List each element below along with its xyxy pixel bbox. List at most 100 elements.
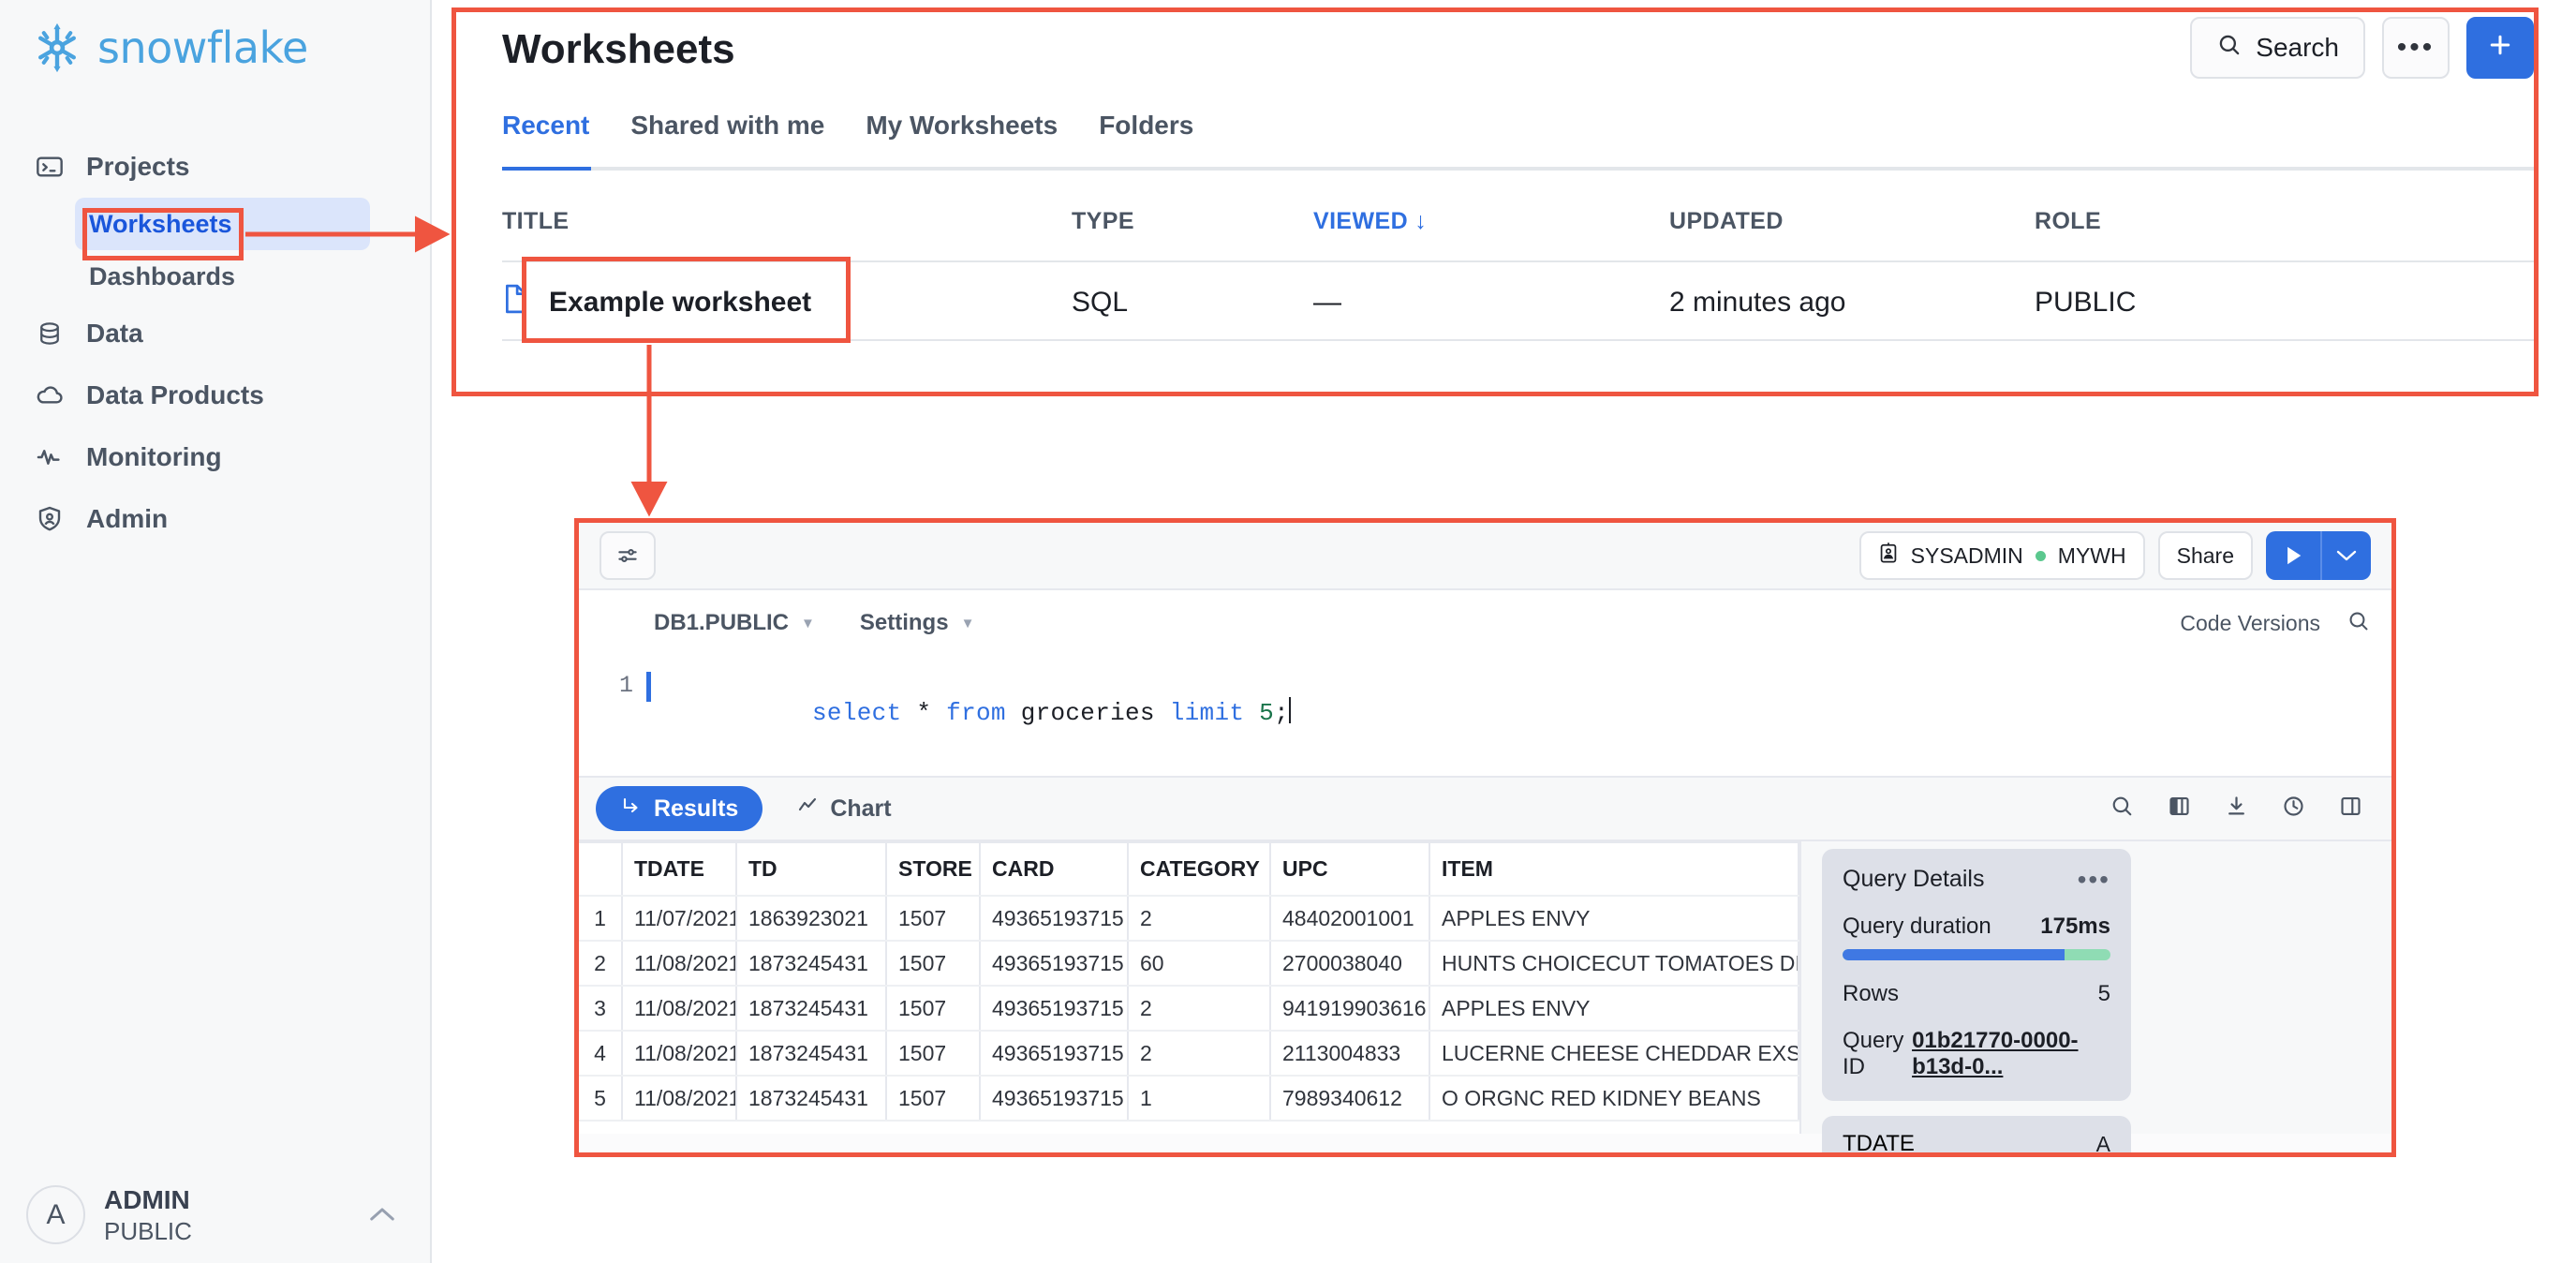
cell-store[interactable]: 1507: [886, 1031, 981, 1077]
cell-category[interactable]: 60: [1128, 941, 1271, 987]
table-row[interactable]: 3 11/08/2021 1873245431 1507 49365193715 2 941…: [579, 986, 1799, 1032]
user-account-row[interactable]: A ADMIN PUBLIC: [0, 1184, 432, 1246]
search-button[interactable]: Search: [2190, 17, 2365, 79]
grid-col-upc[interactable]: UPC: [1270, 843, 1430, 897]
cell-category[interactable]: 2: [1128, 896, 1271, 942]
cell-upc[interactable]: 2700038040: [1270, 941, 1430, 987]
cell-card[interactable]: 49365193715: [980, 1031, 1129, 1077]
role-warehouse-selector[interactable]: SYSADMIN MYWH: [1858, 531, 2145, 580]
query-id-row: Query ID 01b21770-0000-b13d-0...: [1843, 1028, 2110, 1080]
grid-body: 1 11/07/2021 1863923021 1507 49365193715 2 484…: [579, 896, 1799, 1122]
cell-store[interactable]: 1507: [886, 1076, 981, 1122]
brand-logo[interactable]: snowflake: [30, 21, 308, 75]
cell-item[interactable]: APPLES ENVY: [1429, 896, 1799, 942]
table-row[interactable]: 5 11/08/2021 1873245431 1507 49365193715 1 798…: [579, 1076, 1799, 1122]
grid-col-store[interactable]: STORE: [886, 843, 981, 897]
cell-tdate[interactable]: 11/08/2021: [622, 1076, 737, 1122]
table-row[interactable]: Example worksheet SQL — 2 minutes ago PU…: [502, 268, 2534, 337]
query-id-value[interactable]: 01b21770-0000-b13d-0...: [1912, 1028, 2110, 1080]
sidebar-item-monitoring[interactable]: Monitoring: [0, 426, 432, 488]
cell-category[interactable]: 2: [1128, 1031, 1271, 1077]
sidebar-item-worksheets[interactable]: Worksheets: [75, 198, 370, 250]
run-query-group[interactable]: [2266, 531, 2371, 580]
sidebar-item-data-products[interactable]: Data Products: [0, 364, 432, 426]
line-number: 1: [618, 672, 633, 699]
more-options-button[interactable]: •••: [2382, 17, 2450, 79]
cell-tdate[interactable]: 11/08/2021: [622, 986, 737, 1032]
sql-editor[interactable]: 1 select * from groceries limit 5;: [579, 656, 2391, 776]
cell-td[interactable]: 1873245431: [736, 1076, 887, 1122]
cell-td[interactable]: 1863923021: [736, 896, 887, 942]
cell-card[interactable]: 49365193715: [980, 896, 1129, 942]
cell-card[interactable]: 49365193715: [980, 986, 1129, 1032]
tab-my-worksheets[interactable]: My Worksheets: [866, 111, 1058, 157]
cell-td[interactable]: 1873245431: [736, 1031, 887, 1077]
cell-card[interactable]: 49365193715: [980, 1076, 1129, 1122]
database-selector[interactable]: DB1.PUBLIC ▼: [654, 610, 815, 636]
panel-toggle-icon[interactable]: [2338, 794, 2363, 824]
cell-item[interactable]: O ORGNC RED KIDNEY BEANS: [1429, 1076, 1799, 1122]
cloud-icon: [34, 379, 66, 411]
column-header-viewed[interactable]: VIEWED ↓: [1313, 208, 1669, 235]
grid-col-tdate[interactable]: TDATE: [622, 843, 737, 897]
tab-results[interactable]: Results: [596, 786, 763, 831]
tab-recent[interactable]: Recent: [502, 111, 589, 157]
cell-upc[interactable]: 941919903616: [1270, 986, 1430, 1032]
cell-tdate[interactable]: 11/08/2021: [622, 1031, 737, 1077]
tab-chart[interactable]: Chart: [772, 786, 915, 831]
sidebar-item-dashboards[interactable]: Dashboards: [75, 250, 370, 303]
run-options-button[interactable]: [2322, 531, 2371, 580]
column-header-role[interactable]: ROLE: [2035, 208, 2316, 235]
search-icon[interactable]: [2347, 609, 2371, 638]
cell-td[interactable]: 1873245431: [736, 986, 887, 1032]
chevron-up-icon[interactable]: [368, 1200, 396, 1229]
new-worksheet-button[interactable]: [2466, 17, 2534, 79]
column-header-type[interactable]: TYPE: [1072, 208, 1313, 235]
cell-upc[interactable]: 2113004833: [1270, 1031, 1430, 1077]
cell-tdate[interactable]: 11/08/2021: [622, 941, 737, 987]
search-icon[interactable]: [2110, 794, 2135, 824]
cell-item[interactable]: LUCERNE CHEESE CHEDDAR EXSHARP FINE SHRD: [1429, 1031, 1799, 1077]
cell-store[interactable]: 1507: [886, 986, 981, 1032]
worksheet-title-cell[interactable]: Example worksheet: [502, 283, 1072, 322]
table-row[interactable]: 1 11/07/2021 1863923021 1507 49365193715 2 484…: [579, 896, 1799, 942]
run-button[interactable]: [2266, 531, 2320, 580]
grid-col-card[interactable]: CARD: [980, 843, 1129, 897]
columns-icon[interactable]: [2167, 794, 2192, 824]
download-icon[interactable]: [2224, 794, 2249, 824]
grid-col-item[interactable]: ITEM: [1429, 843, 1799, 897]
settings-selector[interactable]: Settings ▼: [860, 610, 975, 636]
database-label: DB1.PUBLIC: [654, 610, 790, 635]
cell-store[interactable]: 1507: [886, 896, 981, 942]
grid-col-td[interactable]: TD: [736, 843, 887, 897]
query-details-more-icon[interactable]: •••: [2078, 866, 2110, 892]
tab-folders[interactable]: Folders: [1099, 111, 1193, 157]
cell-upc[interactable]: 7989340612: [1270, 1076, 1430, 1122]
column-header-updated[interactable]: UPDATED: [1669, 208, 2035, 235]
tab-shared-with-me[interactable]: Shared with me: [630, 111, 824, 157]
results-grid[interactable]: TDATE TD STORE CARD CATEGORY UPC ITEM 11…: [579, 841, 1801, 1134]
sidebar-item-admin[interactable]: Admin: [0, 488, 432, 550]
cell-item[interactable]: HUNTS CHOICECUT TOMATOES DICED: [1429, 941, 1799, 987]
cell-store[interactable]: 1507: [886, 941, 981, 987]
code-versions-link[interactable]: Code Versions: [2180, 611, 2320, 636]
share-button[interactable]: Share: [2157, 531, 2253, 580]
cell-upc[interactable]: 48402001001: [1270, 896, 1430, 942]
history-icon[interactable]: [2281, 794, 2306, 824]
sidebar-item-projects[interactable]: Projects: [0, 136, 432, 198]
column-header-title[interactable]: TITLE: [502, 208, 1072, 235]
cell-item[interactable]: APPLES ENVY: [1429, 986, 1799, 1032]
sidebar-item-data[interactable]: Data: [0, 303, 432, 364]
cell-card[interactable]: 49365193715: [980, 941, 1129, 987]
table-row[interactable]: 2 11/08/2021 1873245431 1507 49365193715 60 27…: [579, 941, 1799, 987]
cell-tdate[interactable]: 11/07/2021: [622, 896, 737, 942]
query-duration-row: Query duration 175ms: [1843, 914, 2110, 940]
cell-td[interactable]: 1873245431: [736, 941, 887, 987]
grid-col-category[interactable]: CATEGORY: [1128, 843, 1271, 897]
cell-category[interactable]: 1: [1128, 1076, 1271, 1122]
column-stats-card[interactable]: TDATE A: [1822, 1116, 2131, 1152]
sql-code-text[interactable]: select * from groceries limit 5;: [663, 669, 1291, 755]
table-row[interactable]: 4 11/08/2021 1873245431 1507 49365193715 2 211…: [579, 1031, 1799, 1077]
cell-category[interactable]: 2: [1128, 986, 1271, 1032]
sliders-icon[interactable]: [600, 531, 656, 580]
